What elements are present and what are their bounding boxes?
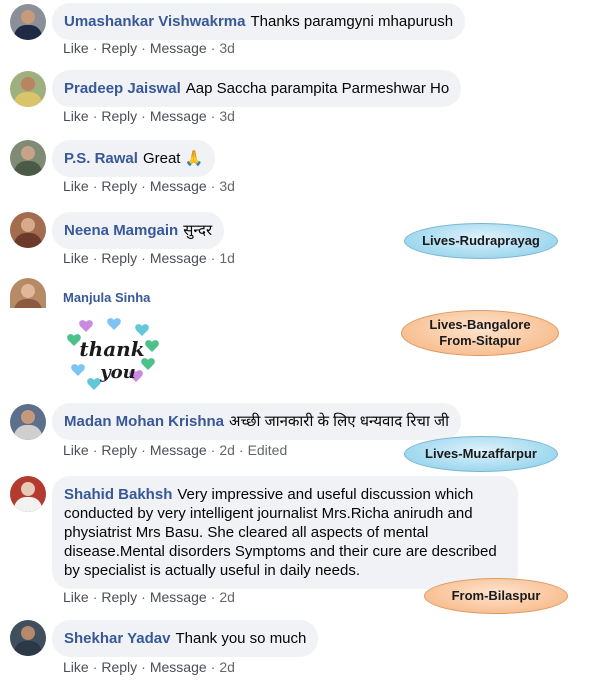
reply-link[interactable]: Reply	[101, 178, 137, 194]
comment-author[interactable]: Neena Mamgain	[64, 222, 178, 239]
comment-author[interactable]: P.S. Rawal	[64, 150, 138, 167]
avatar[interactable]	[10, 212, 46, 248]
reply-link[interactable]: Reply	[101, 659, 137, 675]
reply-link[interactable]: Reply	[101, 40, 137, 56]
comment-actions: Like · Reply · Message · 3d	[63, 40, 235, 56]
thank-you-sticker: thank you	[67, 318, 159, 390]
reply-link[interactable]: Reply	[101, 442, 137, 458]
svg-text:you: you	[99, 362, 136, 383]
comment-author[interactable]: Manjula Sinha	[63, 290, 150, 305]
like-link[interactable]: Like	[63, 659, 89, 675]
comment-actions: Like · Reply · Message · 2d	[63, 659, 235, 675]
timestamp[interactable]: 2d	[219, 442, 235, 458]
reply-link[interactable]: Reply	[101, 589, 137, 605]
message-link[interactable]: Message	[150, 108, 207, 124]
comment-bubble: Madan Mohan Krishna अच्छी जानकारी के लिए …	[52, 403, 462, 440]
reply-link[interactable]: Reply	[101, 250, 137, 266]
comment-bubble: Neena Mamgain सुन्दर	[52, 212, 225, 249]
avatar[interactable]	[10, 404, 46, 440]
timestamp[interactable]: 3d	[219, 108, 235, 124]
reply-link[interactable]: Reply	[101, 108, 137, 124]
message-link[interactable]: Message	[150, 178, 207, 194]
avatar[interactable]	[10, 71, 46, 107]
location-tag: Lives-Muzaffarpur	[404, 436, 558, 472]
like-link[interactable]: Like	[63, 108, 89, 124]
like-link[interactable]: Like	[63, 178, 89, 194]
comment-author[interactable]: Madan Mohan Krishna	[64, 413, 224, 430]
comment-author[interactable]: Umashankar Vishwakrma	[64, 13, 246, 30]
like-link[interactable]: Like	[63, 589, 89, 605]
comment-actions: Like · Reply · Message · 2d · Edited	[63, 442, 288, 458]
tag-line: Lives-Rudraprayag	[422, 233, 540, 248]
timestamp[interactable]: 1d	[219, 250, 235, 266]
location-tag: Lives-Bangalore From-Sitapur	[401, 310, 559, 356]
like-link[interactable]: Like	[63, 442, 89, 458]
location-tag: From-Bilaspur	[424, 578, 568, 614]
comment-text: Aap Saccha parampita Parmeshwar Ho	[185, 80, 450, 97]
comment-text: सुन्दर	[183, 222, 213, 239]
avatar[interactable]	[10, 476, 46, 512]
comment-text: Great 🙏	[142, 150, 204, 167]
edited-label[interactable]: Edited	[248, 442, 288, 458]
comment-actions: Like · Reply · Message · 1d	[63, 250, 235, 266]
comment-text: अच्छी जानकारी के लिए धन्यवाद रिचा जी	[229, 413, 450, 430]
like-link[interactable]: Like	[63, 250, 89, 266]
avatar[interactable]	[10, 140, 46, 176]
comment-author[interactable]: Shekhar Yadav	[64, 630, 170, 647]
tag-line: Lives-Muzaffarpur	[425, 446, 537, 461]
timestamp[interactable]: 2d	[219, 659, 235, 675]
tag-line: From-Sitapur	[439, 333, 521, 348]
avatar[interactable]	[10, 4, 46, 40]
sticker-text: thank	[79, 337, 144, 361]
like-link[interactable]: Like	[63, 40, 89, 56]
message-link[interactable]: Message	[150, 40, 207, 56]
message-link[interactable]: Message	[150, 442, 207, 458]
comment-bubble: Shekhar Yadav Thank you so much	[52, 620, 319, 657]
timestamp[interactable]: 3d	[219, 178, 235, 194]
avatar[interactable]	[10, 620, 46, 656]
comment-text: Thank you so much	[175, 630, 307, 647]
comment-actions: Like · Reply · Message · 3d	[63, 108, 235, 124]
message-link[interactable]: Message	[150, 250, 207, 266]
timestamp[interactable]: 3d	[219, 40, 235, 56]
avatar[interactable]	[10, 278, 46, 308]
message-link[interactable]: Message	[150, 659, 207, 675]
comment-bubble: P.S. Rawal Great 🙏	[52, 140, 216, 177]
tag-line: From-Bilaspur	[451, 588, 541, 603]
comment-actions: Like · Reply · Message · 2d	[63, 589, 235, 605]
tag-line: Lives-Bangalore	[429, 317, 531, 332]
timestamp[interactable]: 2d	[219, 589, 235, 605]
comment-author[interactable]: Pradeep Jaiswal	[64, 80, 181, 97]
comment-author[interactable]: Shahid Bakhsh	[64, 486, 172, 503]
location-tag: Lives-Rudraprayag	[404, 223, 558, 259]
message-link[interactable]: Message	[150, 589, 207, 605]
comment-bubble: Pradeep Jaiswal Aap Saccha parampita Parm…	[52, 70, 462, 107]
comment-bubble: Umashankar Vishwakrma Thanks paramgyni mh…	[52, 3, 466, 40]
comment-text: Thanks paramgyni mhapurush	[250, 13, 454, 30]
comment-actions: Like · Reply · Message · 3d	[63, 178, 235, 194]
comment-bubble: Shahid Bakhsh Very impressive and useful …	[52, 476, 518, 589]
